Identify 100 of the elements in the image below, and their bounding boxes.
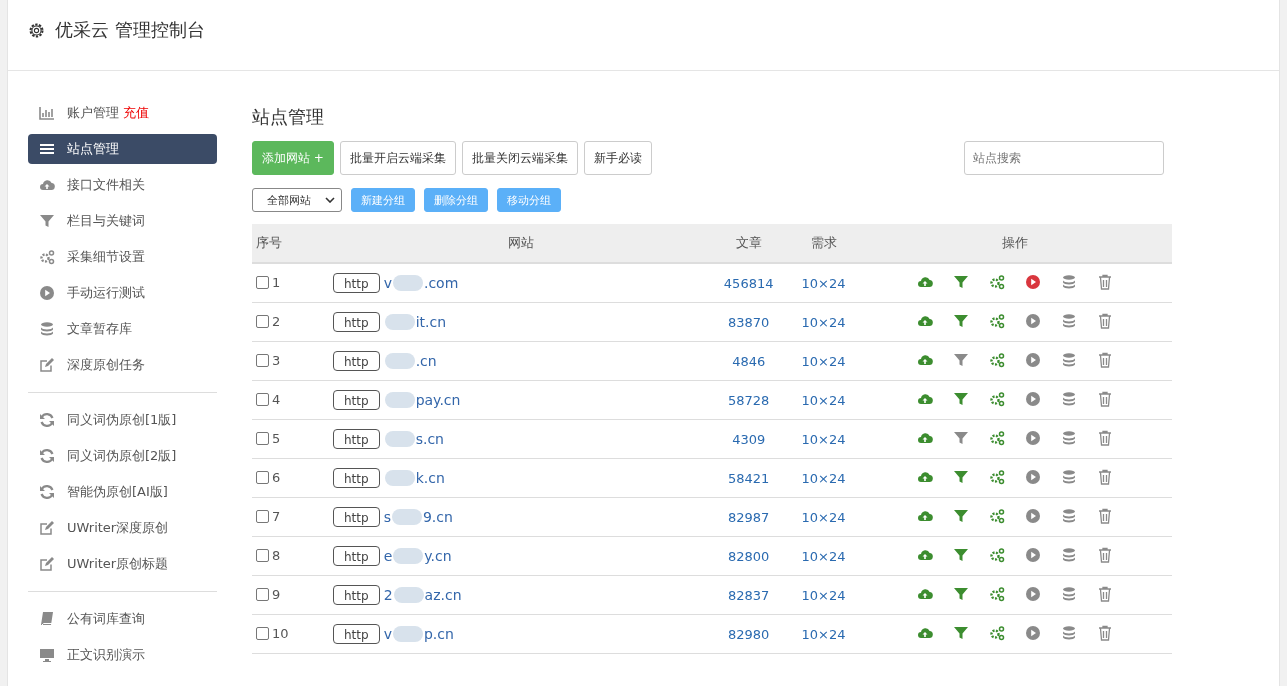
scheme-button[interactable]: http — [333, 507, 380, 527]
sidebar-item[interactable]: UWriter深度原创 — [28, 510, 217, 546]
caret-icon — [325, 197, 335, 203]
row-checkbox[interactable] — [256, 431, 269, 445]
trash-icon[interactable] — [1097, 507, 1114, 524]
demand-value[interactable]: 10×24 — [801, 470, 846, 486]
sidebar-item[interactable]: 正文识别演示 — [28, 637, 217, 673]
gears-icon — [989, 429, 1006, 446]
blurred-text — [391, 509, 422, 525]
search-field[interactable]: 站点搜索 — [964, 141, 1164, 175]
filter-icon — [953, 273, 970, 290]
blurred-text — [393, 587, 424, 603]
row-checkbox[interactable] — [256, 392, 269, 406]
database-icon — [1061, 273, 1078, 290]
sidebar-item[interactable]: 文章暂存库 — [28, 311, 217, 347]
scheme-button[interactable]: http — [333, 585, 380, 605]
demand-value[interactable]: 10×24 — [801, 548, 846, 564]
article-count[interactable]: 58728 — [728, 392, 770, 408]
demand-value[interactable]: 10×24 — [801, 314, 846, 330]
demand-value[interactable]: 10×24 — [801, 509, 846, 525]
database-icon — [1061, 429, 1078, 446]
sidebar-item[interactable]: 公有词库查询 — [28, 601, 217, 637]
sidebar-item[interactable]: 接口文件相关 — [28, 167, 217, 203]
book-icon — [39, 611, 55, 627]
demand-value[interactable]: 10×24 — [801, 626, 846, 642]
scheme-button[interactable]: http — [333, 624, 380, 644]
filter-icon — [39, 213, 55, 229]
scheme-button[interactable]: http — [333, 390, 380, 410]
trash-icon[interactable] — [1097, 273, 1114, 290]
article-count[interactable]: 82800 — [728, 548, 770, 564]
sidebar-item[interactable]: 栏目与关键词 — [28, 203, 217, 239]
article-count[interactable]: 58421 — [728, 470, 770, 486]
sidebar-item[interactable]: 账户管理 充值 — [28, 95, 217, 131]
demand-value[interactable]: 10×24 — [801, 392, 846, 408]
article-count[interactable]: 82987 — [728, 509, 770, 525]
sidebar-item[interactable]: 智能伪原创[AI版] — [28, 474, 217, 510]
blurred-text — [384, 392, 415, 408]
column-header: 网站 — [333, 224, 709, 263]
row-checkbox[interactable] — [256, 275, 269, 289]
group-dropdown[interactable]: 全部网站 — [252, 188, 342, 212]
trash-icon[interactable] — [1097, 429, 1114, 446]
database-icon — [1061, 351, 1078, 368]
row-checkbox[interactable] — [256, 587, 269, 601]
sidebar-item[interactable]: 站点管理 — [28, 134, 217, 164]
article-count[interactable]: 4309 — [732, 431, 766, 447]
row-number: 1 — [272, 274, 281, 290]
demand-value[interactable]: 10×24 — [801, 275, 846, 291]
filter-icon — [953, 390, 970, 407]
article-count[interactable]: 82980 — [728, 626, 770, 642]
article-count[interactable]: 83870 — [728, 314, 770, 330]
row-number: 5 — [272, 430, 281, 446]
scheme-button[interactable]: http — [333, 273, 380, 293]
row-checkbox[interactable] — [256, 470, 269, 484]
scheme-button[interactable]: http — [333, 351, 380, 371]
article-count[interactable]: 4846 — [732, 353, 766, 369]
trash-icon[interactable] — [1097, 546, 1114, 563]
trash-icon[interactable] — [1097, 390, 1114, 407]
sidebar-item[interactable]: 采集细节设置 — [28, 239, 217, 275]
trash-icon[interactable] — [1097, 312, 1114, 329]
sidebar-item[interactable]: UWriter原创标题 — [28, 546, 217, 582]
row-checkbox[interactable] — [256, 548, 269, 562]
filter-icon — [953, 624, 970, 641]
column-header: 需求 — [788, 224, 859, 263]
trash-icon[interactable] — [1097, 585, 1114, 602]
scheme-button[interactable]: http — [333, 312, 380, 332]
article-count[interactable]: 82837 — [728, 587, 770, 603]
trash-icon[interactable] — [1097, 351, 1114, 368]
recharge-link[interactable]: 充值 — [123, 104, 149, 122]
sidebar-item[interactable]: 同义词伪原创[1版] — [28, 402, 217, 438]
gears-icon — [989, 546, 1006, 563]
scheme-button[interactable]: http — [333, 468, 380, 488]
scheme-button[interactable]: http — [333, 546, 380, 566]
sidebar-item[interactable]: 手动运行测试 — [28, 275, 217, 311]
demand-value[interactable]: 10×24 — [801, 431, 846, 447]
row-checkbox[interactable] — [256, 353, 269, 367]
row-checkbox[interactable] — [256, 509, 269, 523]
domain-text: s — [383, 509, 391, 525]
database-icon — [39, 321, 55, 337]
row-checkbox[interactable] — [256, 626, 269, 640]
demand-value[interactable]: 10×24 — [801, 353, 846, 369]
sidebar-item[interactable]: 同义词伪原创[2版] — [28, 438, 217, 474]
scheme-button[interactable]: http — [333, 429, 380, 449]
row-number: 10 — [272, 625, 289, 641]
row-checkbox[interactable] — [256, 314, 269, 328]
trash-icon[interactable] — [1097, 468, 1114, 485]
domain-text: .com — [423, 275, 459, 291]
edit-icon — [39, 520, 55, 536]
blurred-text — [384, 353, 415, 369]
trash-icon[interactable] — [1097, 624, 1114, 641]
row-number: 4 — [272, 391, 281, 407]
column-header: 文章 — [709, 224, 789, 263]
article-count[interactable]: 456814 — [723, 275, 774, 291]
demand-value[interactable]: 10×24 — [801, 587, 846, 603]
sidebar-item[interactable]: 深度原创任务 — [28, 347, 217, 383]
toolbar-button[interactable]: 新手必读 — [583, 141, 652, 175]
toolbar-button[interactable]: 批量关闭云端采集 — [461, 141, 578, 175]
bar-chart-icon — [39, 105, 55, 121]
toolbar-button[interactable]: 批量开启云端采集 — [339, 141, 456, 175]
domain-text: k.cn — [415, 470, 445, 486]
play-icon — [1025, 624, 1042, 641]
